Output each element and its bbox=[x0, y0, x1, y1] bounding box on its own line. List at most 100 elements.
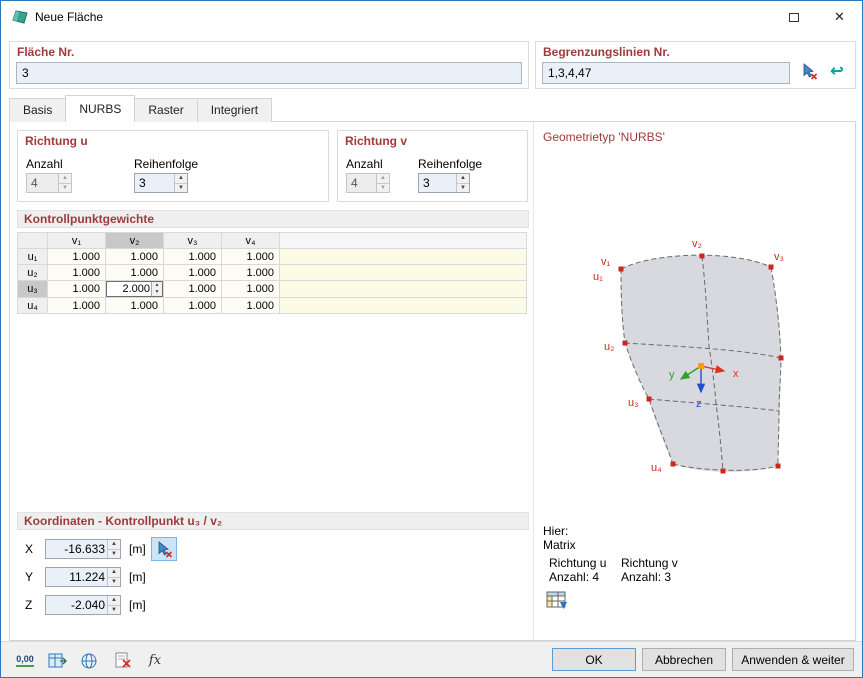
label-u4: u₄ bbox=[651, 462, 662, 474]
spin-down-icon: ▼ bbox=[62, 184, 68, 191]
gewichte-section-header: Kontrollpunktgewichte bbox=[17, 210, 529, 228]
matrix-order-button[interactable] bbox=[544, 588, 570, 612]
label-v3: v₃ bbox=[774, 251, 784, 263]
row-header-u2[interactable]: u₂ bbox=[17, 264, 48, 281]
row-header-u1[interactable]: u₁ bbox=[17, 248, 48, 265]
row-header-u3[interactable]: u₃ bbox=[17, 280, 48, 298]
table-filler-cell bbox=[279, 264, 527, 281]
spin-up-icon[interactable]: ▲ bbox=[175, 174, 187, 184]
weight-cell[interactable]: 1.000 bbox=[221, 280, 280, 298]
delete-entries-icon bbox=[115, 652, 131, 668]
spinner-value: 4 bbox=[351, 176, 358, 190]
weight-edit-field[interactable]: 2.000 ▲ ▼ bbox=[106, 281, 163, 297]
spin-down-icon[interactable]: ▼ bbox=[108, 606, 120, 615]
spinner-value: 11.224 bbox=[69, 570, 105, 584]
ok-button[interactable]: OK bbox=[552, 648, 636, 671]
begrenzung-input[interactable]: 1,3,4,47 bbox=[542, 62, 790, 84]
close-button[interactable]: ✕ bbox=[817, 1, 862, 32]
begrenzung-value: 1,3,4,47 bbox=[548, 66, 592, 80]
label-u2: u₂ bbox=[604, 341, 614, 353]
undo-icon: ↩ bbox=[830, 63, 844, 80]
coord-z-label: Z bbox=[25, 598, 33, 612]
weights-table: v₁ v₂ v₃ v₄ u₁ 1.000 1.000 1.000 1.000 u… bbox=[17, 232, 527, 314]
spin-down-icon[interactable]: ▼ bbox=[108, 578, 120, 587]
undo-button[interactable]: ↩ bbox=[824, 59, 850, 83]
weight-cell[interactable]: 1.000 bbox=[47, 297, 106, 314]
row-header-u4[interactable]: u₄ bbox=[17, 297, 48, 314]
coord-x-unit: [m] bbox=[129, 542, 146, 556]
richtung-v-group: Richtung v Anzahl 4 ▲ ▼ Reihenfolge 3 ▲ ▼ bbox=[337, 130, 528, 202]
weight-cell[interactable]: 1.000 bbox=[47, 264, 106, 281]
spin-up-icon[interactable]: ▲ bbox=[108, 596, 120, 606]
clear-input-button[interactable] bbox=[109, 647, 137, 674]
tab-label: NURBS bbox=[79, 102, 122, 116]
tab-label: Basis bbox=[23, 103, 53, 117]
spinner-value: 4 bbox=[31, 176, 38, 190]
spin-up-icon[interactable]: ▲ bbox=[457, 174, 469, 184]
weight-cell[interactable]: 1.000 bbox=[221, 248, 280, 265]
spin-down-icon[interactable]: ▼ bbox=[108, 550, 120, 559]
anzahl-u-label: Anzahl bbox=[26, 157, 63, 171]
weight-cell[interactable]: 1.000 bbox=[47, 280, 106, 298]
axis-y-label: y bbox=[669, 369, 675, 381]
close-icon: ✕ bbox=[834, 9, 845, 24]
table-row: u₂ 1.000 1.000 1.000 1.000 bbox=[17, 264, 527, 281]
axes-origin-point bbox=[698, 363, 704, 369]
axis-z-label: z bbox=[696, 398, 702, 410]
spin-up-icon[interactable]: ▲ bbox=[108, 568, 120, 578]
anzahl-v-label: Anzahl bbox=[346, 157, 383, 171]
weight-cell[interactable]: 1.000 bbox=[163, 280, 222, 298]
tab-integriert[interactable]: Integriert bbox=[196, 98, 273, 122]
weight-cell[interactable]: 1.000 bbox=[221, 297, 280, 314]
spin-down-icon[interactable]: ▼ bbox=[152, 289, 162, 296]
reihenfolge-u-spinner[interactable]: 3 ▲ ▼ bbox=[134, 173, 188, 193]
spin-up-icon: ▲ bbox=[59, 174, 71, 184]
spin-down-icon: ▼ bbox=[380, 184, 386, 191]
tab-raster[interactable]: Raster bbox=[134, 98, 198, 122]
apply-button[interactable]: Anwenden & weiter bbox=[732, 648, 854, 671]
weight-cell[interactable]: 1.000 bbox=[105, 264, 164, 281]
maximize-button[interactable] bbox=[771, 1, 816, 32]
decimal-places-button[interactable]: 0,00 bbox=[11, 647, 39, 674]
pick-lines-button[interactable] bbox=[796, 59, 822, 83]
spin-down-icon[interactable]: ▼ bbox=[457, 184, 469, 193]
col-header-v3[interactable]: v₃ bbox=[163, 232, 222, 249]
reihenfolge-v-spinner[interactable]: 3 ▲ ▼ bbox=[418, 173, 470, 193]
weight-cell[interactable]: 1.000 bbox=[105, 248, 164, 265]
select-pointer-x-icon bbox=[803, 62, 817, 80]
label-u3: u₃ bbox=[628, 397, 639, 409]
col-header-v4[interactable]: v₄ bbox=[221, 232, 280, 249]
anzahl-v-spinner: 4 ▲ ▼ bbox=[346, 173, 390, 193]
tab-basis[interactable]: Basis bbox=[9, 98, 67, 122]
pick-point-button[interactable] bbox=[151, 537, 177, 561]
matrix-label: Matrix bbox=[543, 538, 576, 552]
spin-down-icon[interactable]: ▼ bbox=[175, 184, 187, 193]
spin-up-icon[interactable]: ▲ bbox=[152, 282, 162, 289]
tab-nurbs[interactable]: NURBS bbox=[65, 95, 136, 122]
weight-cell[interactable]: 1.000 bbox=[221, 264, 280, 281]
weight-cell[interactable]: 1.000 bbox=[163, 248, 222, 265]
globe-button[interactable] bbox=[75, 647, 103, 674]
cancel-button[interactable]: Abbrechen bbox=[642, 648, 726, 671]
footer-bar: 0,00 fx OK Abbrechen Anwenden & weiter bbox=[1, 641, 862, 677]
flaeche-input[interactable]: 3 bbox=[16, 62, 522, 84]
weight-cell-active[interactable]: 2.000 ▲ ▼ bbox=[105, 280, 164, 298]
col-header-v2[interactable]: v₂ bbox=[105, 232, 164, 249]
coord-y-spinner[interactable]: 11.224 ▲ ▼ bbox=[45, 567, 121, 587]
units-settings-button[interactable] bbox=[43, 647, 71, 674]
richtung-u-group: Richtung u Anzahl 4 ▲ ▼ Reihenfolge 3 ▲ ▼ bbox=[17, 130, 329, 202]
weight-cell[interactable]: 1.000 bbox=[105, 297, 164, 314]
anzahl-u-info: Anzahl: 4 bbox=[549, 570, 600, 584]
weight-cell[interactable]: 1.000 bbox=[163, 264, 222, 281]
table-header-filler bbox=[279, 232, 527, 249]
spin-up-icon[interactable]: ▲ bbox=[108, 540, 120, 550]
coord-z-spinner[interactable]: -2.040 ▲ ▼ bbox=[45, 595, 121, 615]
weight-cell[interactable]: 1.000 bbox=[163, 297, 222, 314]
tab-label: Integriert bbox=[210, 103, 259, 117]
weight-cell[interactable]: 1.000 bbox=[47, 248, 106, 265]
tab-bar: Basis NURBS Raster Integriert bbox=[9, 95, 273, 122]
coord-x-spinner[interactable]: -16.633 ▲ ▼ bbox=[45, 539, 121, 559]
col-header-v1[interactable]: v₁ bbox=[47, 232, 106, 249]
coord-x-label: X bbox=[25, 542, 34, 556]
function-button[interactable]: fx bbox=[141, 647, 169, 674]
